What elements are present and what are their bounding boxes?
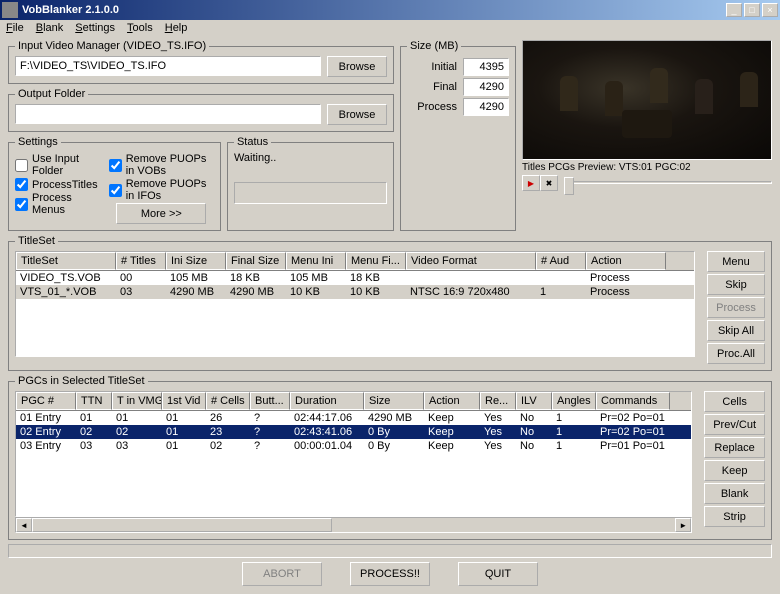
size-final-label: Final bbox=[407, 81, 457, 93]
app-icon bbox=[2, 2, 18, 18]
scroll-right-icon[interactable]: ► bbox=[675, 518, 691, 532]
column-header[interactable]: Re... bbox=[480, 392, 516, 410]
size-group: Size (MB) Initial 4395 Final 4290 Process 4… bbox=[400, 40, 516, 231]
output-path-field[interactable] bbox=[15, 104, 321, 124]
table-row[interactable]: 02 Entry02020123?02:43:41.060 ByKeepYesN… bbox=[16, 425, 691, 439]
pgc-hscroll[interactable]: ◄ ► bbox=[15, 517, 692, 533]
use-input-folder-checkbox[interactable]: Use Input Folder bbox=[15, 153, 103, 177]
minimize-button[interactable]: _ bbox=[726, 3, 742, 17]
size-initial-value: 4395 bbox=[463, 58, 509, 76]
column-header[interactable]: TTN bbox=[76, 392, 112, 410]
menu-button[interactable]: Menu bbox=[707, 251, 765, 272]
column-header[interactable]: Angles bbox=[552, 392, 596, 410]
cells-button[interactable]: Cells bbox=[704, 391, 765, 412]
table-row[interactable]: VTS_01_*.VOB034290 MB4290 MB10 KB10 KBNT… bbox=[16, 285, 694, 299]
titleset-table[interactable]: TitleSet# TitlesIni SizeFinal SizeMenu I… bbox=[15, 251, 695, 357]
remove-puops-ifos-checkbox[interactable]: Remove PUOPs in IFOs bbox=[109, 178, 214, 202]
process-titles-checkbox[interactable]: ProcessTitles bbox=[15, 178, 103, 191]
remove-puops-vobs-checkbox[interactable]: Remove PUOPs in VOBs bbox=[109, 153, 214, 177]
preview-slider[interactable] bbox=[564, 175, 772, 191]
titleset-group: TitleSet TitleSet# TitlesIni SizeFinal S… bbox=[8, 235, 772, 371]
column-header[interactable]: 1st Vid bbox=[162, 392, 206, 410]
column-header[interactable]: # Aud bbox=[536, 252, 586, 270]
column-header[interactable]: TitleSet bbox=[16, 252, 116, 270]
settings-group: Settings Use Input Folder ProcessTitles … bbox=[8, 136, 221, 231]
pgc-table[interactable]: PGC #TTNT in VMG1st Vid# CellsButt...Dur… bbox=[15, 391, 692, 517]
preview-stop-button[interactable]: ✖ bbox=[540, 175, 558, 191]
column-header[interactable]: Action bbox=[586, 252, 666, 270]
process-button[interactable]: PROCESS!! bbox=[350, 562, 430, 586]
preview-label: Titles PCGs Preview: VTS:01 PGC:02 bbox=[522, 162, 772, 173]
maximize-button[interactable]: □ bbox=[744, 3, 760, 17]
scroll-left-icon[interactable]: ◄ bbox=[16, 518, 32, 532]
column-header[interactable]: T in VMG bbox=[112, 392, 162, 410]
more-button[interactable]: More >> bbox=[116, 203, 206, 224]
titleset-legend: TitleSet bbox=[15, 235, 58, 247]
output-group: Output Folder Browse bbox=[8, 88, 394, 132]
status-legend: Status bbox=[234, 136, 271, 148]
column-header[interactable]: # Titles bbox=[116, 252, 166, 270]
size-process-value: 4290 bbox=[463, 98, 509, 116]
preview-play-button[interactable]: ▶ bbox=[522, 175, 540, 191]
column-header[interactable]: Menu Fi... bbox=[346, 252, 406, 270]
menu-file[interactable]: File bbox=[6, 22, 24, 34]
column-header[interactable]: ILV bbox=[516, 392, 552, 410]
input-browse-button[interactable]: Browse bbox=[327, 56, 387, 77]
size-initial-label: Initial bbox=[407, 61, 457, 73]
size-final-value: 4290 bbox=[463, 78, 509, 96]
column-header[interactable]: Menu Ini bbox=[286, 252, 346, 270]
table-row[interactable]: 03 Entry03030102?00:00:01.040 ByKeepYesN… bbox=[16, 439, 691, 453]
input-legend: Input Video Manager (VIDEO_TS.IFO) bbox=[15, 40, 209, 52]
output-legend: Output Folder bbox=[15, 88, 88, 100]
pgc-legend: PGCs in Selected TitleSet bbox=[15, 375, 148, 387]
replace-button[interactable]: Replace bbox=[704, 437, 765, 458]
column-header[interactable]: # Cells bbox=[206, 392, 250, 410]
pgc-group: PGCs in Selected TitleSet PGC #TTNT in V… bbox=[8, 375, 772, 540]
column-header[interactable]: Video Format bbox=[406, 252, 536, 270]
column-header[interactable]: Action bbox=[424, 392, 480, 410]
blank-button[interactable]: Blank bbox=[704, 483, 765, 504]
process-menus-checkbox[interactable]: Process Menus bbox=[15, 192, 103, 216]
column-header[interactable]: Ini Size bbox=[166, 252, 226, 270]
title-bar: VobBlanker 2.1.0.0 _ □ × bbox=[0, 0, 780, 20]
close-button[interactable]: × bbox=[762, 3, 778, 17]
size-process-label: Process bbox=[407, 101, 457, 113]
quit-button[interactable]: QUIT bbox=[458, 562, 538, 586]
preview-viewport bbox=[522, 40, 772, 160]
progress-bar bbox=[8, 544, 772, 558]
menu-bar: File Blank Settings Tools Help bbox=[0, 20, 780, 36]
column-header[interactable]: Size bbox=[364, 392, 424, 410]
settings-legend: Settings bbox=[15, 136, 61, 148]
menu-settings[interactable]: Settings bbox=[75, 22, 115, 34]
menu-help[interactable]: Help bbox=[165, 22, 188, 34]
column-header[interactable]: Duration bbox=[290, 392, 364, 410]
prevcut-button[interactable]: Prev/Cut bbox=[704, 414, 765, 435]
column-header[interactable]: Butt... bbox=[250, 392, 290, 410]
table-row[interactable]: VIDEO_TS.VOB00105 MB18 KB105 MB18 KBProc… bbox=[16, 271, 694, 285]
status-display bbox=[234, 182, 387, 204]
preview-panel: Titles PCGs Preview: VTS:01 PGC:02 ▶ ✖ bbox=[522, 40, 772, 235]
input-path-field[interactable] bbox=[15, 56, 321, 76]
status-group: Status Waiting.. bbox=[227, 136, 394, 231]
abort-button[interactable]: ABORT bbox=[242, 562, 322, 586]
strip-button[interactable]: Strip bbox=[704, 506, 765, 527]
window-title: VobBlanker 2.1.0.0 bbox=[22, 4, 724, 16]
input-group: Input Video Manager (VIDEO_TS.IFO) Brows… bbox=[8, 40, 394, 84]
size-legend: Size (MB) bbox=[407, 40, 461, 52]
procall-button[interactable]: Proc.All bbox=[707, 343, 765, 364]
process-button[interactable]: Process bbox=[707, 297, 765, 318]
output-browse-button[interactable]: Browse bbox=[327, 104, 387, 125]
skipall-button[interactable]: Skip All bbox=[707, 320, 765, 341]
column-header[interactable]: Commands bbox=[596, 392, 670, 410]
column-header[interactable]: Final Size bbox=[226, 252, 286, 270]
table-row[interactable]: 01 Entry01010126?02:44:17.064290 MBKeepY… bbox=[16, 411, 691, 425]
skip-button[interactable]: Skip bbox=[707, 274, 765, 295]
menu-blank[interactable]: Blank bbox=[36, 22, 64, 34]
column-header[interactable]: PGC # bbox=[16, 392, 76, 410]
status-text: Waiting.. bbox=[234, 152, 387, 164]
keep-button[interactable]: Keep bbox=[704, 460, 765, 481]
menu-tools[interactable]: Tools bbox=[127, 22, 153, 34]
